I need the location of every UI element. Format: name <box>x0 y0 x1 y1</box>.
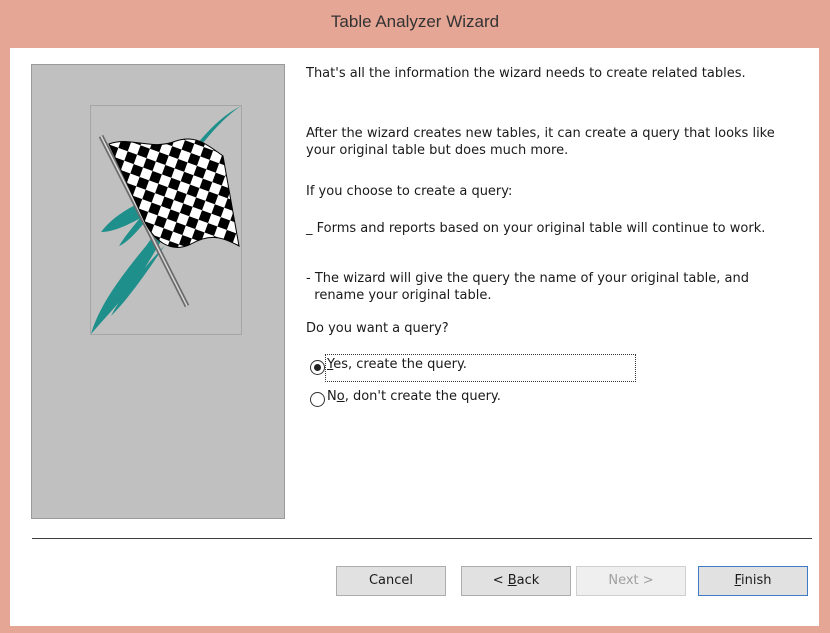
rename-note-line-2: rename your original table. <box>306 288 492 303</box>
yes-create-query-radio[interactable] <box>310 360 325 375</box>
wizard-body: That's all the information the wizard ne… <box>10 48 819 626</box>
wizard-window: Table Analyzer Wizard That's all the inf… <box>0 0 830 633</box>
description-line-2: your original table but does much more. <box>306 143 569 158</box>
checkered-flag-icon <box>90 105 242 335</box>
yes-create-query-label[interactable]: Yes, create the query. <box>327 357 467 373</box>
back-prefix: < <box>492 573 508 588</box>
question-text: Do you want a query? <box>306 321 449 336</box>
description-line-1: After the wizard creates new tables, it … <box>306 126 775 141</box>
back-label-rest: ack <box>516 573 540 588</box>
window-title: Table Analyzer Wizard <box>330 12 500 31</box>
rename-note-line-1: - The wizard will give the query the nam… <box>306 271 749 286</box>
forms-note-text: _ Forms and reports based on your origin… <box>306 221 766 236</box>
no-mnemonic: o <box>336 389 345 404</box>
back-mnemonic: B <box>507 573 517 588</box>
finish-button[interactable]: Finish <box>698 566 808 596</box>
next-button[interactable]: Next > <box>576 566 686 596</box>
intro-text: That's all the information the wizard ne… <box>306 66 746 81</box>
title-bar[interactable]: Table Analyzer Wizard <box>0 0 830 48</box>
no-create-query-label[interactable]: No, don't create the query. <box>327 389 501 405</box>
query-intro-text: If you choose to create a query: <box>306 184 513 199</box>
wizard-picture-panel <box>31 64 285 519</box>
cancel-button[interactable]: Cancel <box>336 566 446 596</box>
yes-label-rest: es, create the query. <box>333 357 467 372</box>
no-create-query-radio[interactable] <box>310 392 325 407</box>
no-label-prefix: N <box>327 389 337 404</box>
back-button[interactable]: < Back <box>461 566 571 596</box>
button-separator <box>32 538 812 539</box>
no-label-rest: , don't create the query. <box>344 389 501 404</box>
radio-selected-dot <box>314 364 321 371</box>
finish-label-rest: inish <box>741 573 772 588</box>
